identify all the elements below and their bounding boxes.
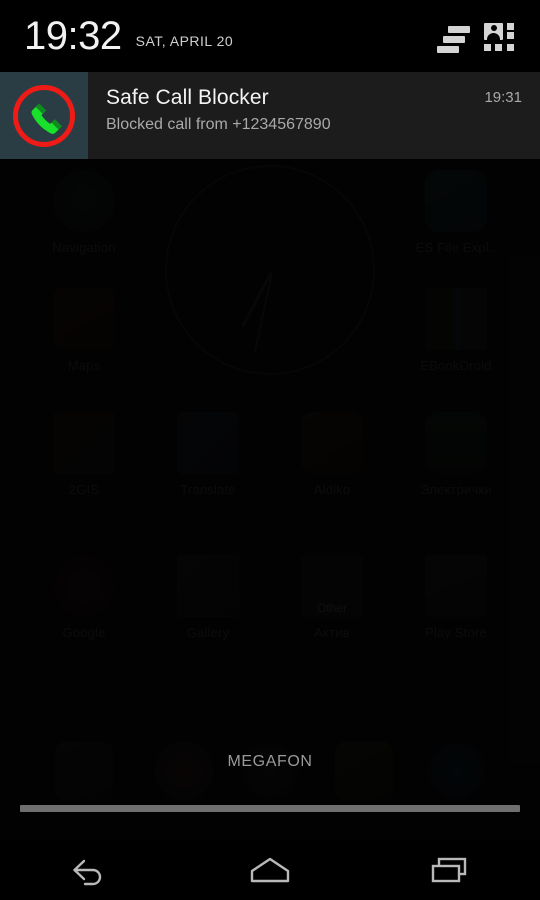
app-icon-aktiv-folder[interactable]: Other Актив: [276, 555, 388, 640]
home-icon: [250, 857, 290, 883]
app-icon-gallery[interactable]: Gallery: [152, 555, 264, 640]
aldiko-app-icon: [301, 412, 363, 474]
camera-app-icon[interactable]: [55, 742, 113, 800]
aktiv-folder-icon: Other: [301, 555, 363, 617]
carrier-label: MEGAFON: [227, 753, 313, 770]
app-icon-2gis[interactable]: 2GIS: [28, 412, 140, 497]
app-icon-translate[interactable]: Translate: [152, 412, 264, 497]
google-folder-icon: [53, 555, 115, 617]
notification-list: Safe Call Blocker Blocked call from +123…: [0, 72, 540, 159]
home-button[interactable]: [180, 840, 360, 900]
messaging-app-icon[interactable]: [335, 742, 393, 800]
translate-app-icon: [177, 412, 239, 474]
notification-timestamp: 19:31: [484, 89, 522, 106]
app-icon-google-folder[interactable]: Google: [28, 555, 140, 640]
app-label: Play Store: [425, 625, 487, 640]
back-icon: [73, 859, 102, 886]
app-icon-navigation[interactable]: Navigation: [28, 170, 140, 255]
es-file-explorer-app-icon: [425, 170, 487, 232]
app-label: Navigation: [52, 240, 116, 255]
qs-tile: [484, 44, 491, 51]
clear-bar-middle: [443, 36, 465, 43]
app-label: 2GIS: [68, 482, 100, 497]
app-label: Gallery: [186, 625, 230, 640]
phone-app-icon[interactable]: [428, 742, 486, 800]
clear-bar-top: [448, 26, 470, 33]
folder-caption: Other: [316, 601, 347, 615]
notification-body: Safe Call Blocker Blocked call from +123…: [88, 72, 540, 159]
shade-drag-handle[interactable]: [20, 805, 520, 812]
app-label: Translate: [180, 482, 236, 497]
app-drawer-icon[interactable]: [241, 742, 299, 800]
notification-icon-tile: [0, 72, 88, 159]
qs-tile: [495, 44, 502, 51]
2gis-app-icon: [53, 412, 115, 474]
analog-clock-widget[interactable]: [165, 165, 375, 375]
app-icon-es-file-explorer[interactable]: ES File Expl..: [400, 170, 512, 255]
app-label: Aldiko: [313, 482, 351, 497]
navigation-app-icon: [53, 170, 115, 232]
qs-tile: [507, 23, 514, 30]
qs-tile: [507, 44, 514, 51]
notification-message: Blocked call from +1234567890: [106, 116, 331, 134]
android-notification-shade-screen: Navigation ES File Expl.. Maps EBookDroi…: [0, 0, 540, 900]
elektrichki-app-icon: [425, 412, 487, 474]
notification-shade: 19:32 SAT, APRIL 20 Safe Call Blocker Bl…: [0, 0, 540, 159]
chrome-app-icon[interactable]: [155, 742, 213, 800]
app-label: Maps: [67, 358, 101, 373]
app-label: EBookDroid: [420, 358, 492, 373]
play-store-app-icon: [425, 555, 487, 617]
clear-bar-bottom: [437, 46, 459, 53]
user-avatar-icon: [484, 23, 503, 40]
app-label: Google: [62, 625, 106, 640]
app-icon-ebookdroid[interactable]: EBookDroid: [400, 288, 512, 373]
app-label: ES File Expl..: [415, 240, 497, 255]
app-icon-elektrichki[interactable]: Электрички: [400, 412, 512, 497]
app-icon-aldiko[interactable]: Aldiko: [276, 412, 388, 497]
app-icon-maps[interactable]: Maps: [28, 288, 140, 373]
clock-hour-hand: [241, 271, 273, 328]
quick-settings-user-icon[interactable]: [478, 14, 522, 58]
app-label: Актив: [314, 625, 350, 640]
shade-header: 19:32 SAT, APRIL 20: [0, 0, 540, 72]
maps-app-icon: [53, 288, 115, 350]
recents-button[interactable]: [360, 840, 540, 900]
clear-all-notifications-icon[interactable]: [434, 14, 478, 58]
blocked-call-icon: [13, 84, 75, 147]
quick-settings-glyph: [484, 23, 516, 53]
gallery-app-icon: [177, 555, 239, 617]
navigation-bar: [0, 840, 540, 900]
app-label: Электрички: [420, 482, 492, 497]
status-bar-date: SAT, APRIL 20: [135, 33, 234, 49]
recents-icon: [431, 857, 467, 883]
app-icon-play-store[interactable]: Play Store: [400, 555, 512, 640]
notification-item-safe-call-blocker[interactable]: Safe Call Blocker Blocked call from +123…: [0, 72, 540, 159]
status-bar-clock: 19:32: [24, 14, 122, 58]
back-button[interactable]: [0, 840, 180, 900]
ebookdroid-app-icon: [425, 288, 487, 350]
notification-app-title: Safe Call Blocker: [106, 86, 269, 109]
qs-tile: [507, 32, 514, 39]
